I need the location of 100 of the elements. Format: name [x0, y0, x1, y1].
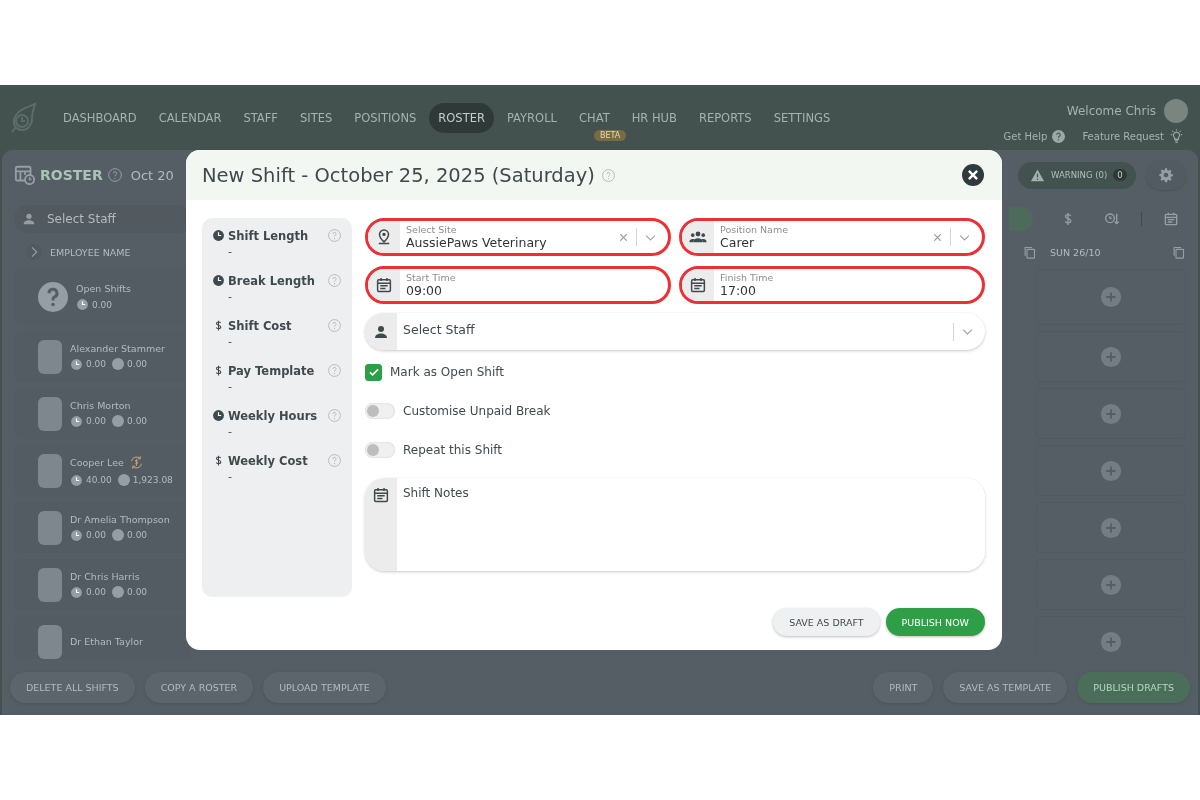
summary-label: Break Length: [228, 273, 316, 288]
save-draft-button[interactable]: SAVE AS DRAFT: [773, 608, 880, 636]
clock-icon: [212, 229, 225, 242]
nav-tab[interactable]: ROSTER: [429, 102, 494, 133]
toggle-switch[interactable]: [365, 442, 395, 458]
footer-button[interactable]: UPLOAD TEMPLATE: [263, 671, 386, 703]
summary-value: -: [227, 290, 233, 303]
open-shift-icon: [38, 282, 68, 312]
cost-value: 0.00: [127, 530, 148, 540]
shift-cell[interactable]: [1036, 331, 1186, 382]
welcome-text: Welcome Chris: [1066, 104, 1156, 118]
shift-cell[interactable]: [1036, 388, 1186, 439]
employee-name: Cooper Lee: [70, 456, 124, 468]
add-icon[interactable]: [1100, 573, 1122, 596]
add-icon[interactable]: [1100, 402, 1122, 425]
add-icon[interactable]: [1100, 459, 1122, 482]
nav-tab[interactable]: SETTINGS: [764, 102, 840, 133]
help-icon[interactable]: [327, 318, 342, 333]
employee-name: Dr Ethan Taylor: [70, 636, 143, 647]
photo-placeholder: [38, 453, 62, 488]
notes-field[interactable]: Shift Notes: [365, 478, 985, 571]
copy-icon[interactable]: [1171, 244, 1186, 260]
staff-select-field[interactable]: Select Staff: [365, 313, 985, 350]
page-title: ROSTER: [40, 167, 103, 183]
nav-tab[interactable]: DASHBOARD: [54, 102, 146, 133]
time-field[interactable]: Start Time 09:00: [365, 266, 671, 304]
lightbulb-icon[interactable]: [1169, 129, 1184, 144]
add-icon[interactable]: [1100, 286, 1122, 308]
summary-value: -: [227, 380, 233, 393]
hours-value: 40.00: [86, 475, 112, 485]
employee-name: Dr Amelia Thompson: [70, 513, 170, 525]
footer-button[interactable]: COPY A ROSTER: [144, 671, 254, 703]
warning-count: 0: [1113, 169, 1127, 181]
hours-value: 0.00: [86, 359, 107, 369]
footer-button[interactable]: SAVE AS TEMPLATE: [943, 671, 1068, 703]
clock-icon: [70, 528, 83, 542]
shift-cell[interactable]: [1036, 502, 1186, 553]
chevron-right-icon[interactable]: [26, 244, 42, 260]
help-icon[interactable]: [327, 273, 342, 288]
warning-button[interactable]: WARNING (0) 0: [1018, 161, 1136, 189]
cost-value: 0.00: [127, 587, 148, 597]
employee-name: Chris Morton: [70, 399, 131, 411]
nav-tab[interactable]: CALENDAR: [149, 102, 231, 133]
summary-label: Pay Template: [228, 363, 316, 378]
close-icon[interactable]: [962, 164, 984, 186]
clock-icon: [76, 298, 89, 311]
clock-icon: [212, 409, 225, 422]
nav-tab[interactable]: REPORTS: [689, 102, 761, 133]
help-icon[interactable]: [327, 228, 342, 243]
shift-cell[interactable]: [1036, 616, 1186, 659]
toggle-switch[interactable]: [365, 403, 395, 419]
hours-value: 0.00: [86, 530, 107, 540]
select-field[interactable]: Position Name Carer: [679, 218, 985, 256]
calendar-icon: [1163, 211, 1179, 227]
help-icon[interactable]: [600, 167, 616, 183]
dialog-title: New Shift - October 25, 2025 (Saturday): [202, 163, 595, 187]
clock-icon: [70, 585, 83, 599]
clock-icon: [70, 357, 83, 371]
shift-cell[interactable]: [1036, 445, 1186, 496]
select-field[interactable]: Select Site AussiePaws Veterinary: [365, 218, 671, 256]
footer-button[interactable]: DELETE ALL SHIFTS: [10, 671, 135, 703]
help-icon[interactable]: [327, 408, 342, 423]
roster-icon: [14, 164, 36, 186]
clock-icon: [70, 414, 83, 428]
photo-placeholder: [38, 510, 62, 545]
settings-button[interactable]: [1146, 160, 1186, 190]
add-icon[interactable]: [1100, 345, 1122, 368]
shift-cell[interactable]: [1036, 559, 1186, 610]
summary-value: -: [227, 335, 233, 348]
help-icon[interactable]: [106, 167, 123, 183]
summary-label: Shift Cost: [228, 318, 293, 333]
footer-button[interactable]: PUBLISH DRAFTS: [1077, 671, 1190, 703]
help-link[interactable]: Get Help: [1003, 131, 1048, 142]
summary-value: -: [227, 425, 233, 438]
person-icon: [21, 211, 37, 227]
add-icon[interactable]: [1100, 630, 1122, 653]
time-field[interactable]: Finish Time 17:00: [679, 266, 985, 304]
warning-label: WARNING (0): [1051, 170, 1108, 180]
add-icon[interactable]: [1100, 516, 1122, 539]
help-icon[interactable]: [327, 363, 342, 378]
summary-value: -: [227, 245, 233, 258]
feature-request-link[interactable]: Feature Request: [1082, 131, 1164, 142]
checkbox[interactable]: [365, 363, 382, 381]
checkbox-label: Mark as Open Shift: [390, 365, 504, 379]
notes-icon: [372, 486, 390, 504]
publish-button[interactable]: PUBLISH NOW: [885, 608, 985, 636]
nav-tab[interactable]: POSITIONS: [345, 102, 426, 133]
help-icon[interactable]: [1052, 130, 1066, 143]
shift-cell[interactable]: [1036, 269, 1186, 325]
help-icon[interactable]: [327, 453, 342, 468]
copy-icon[interactable]: [1022, 244, 1037, 260]
summary-value: -: [227, 470, 233, 483]
footer-button[interactable]: PRINT: [873, 671, 934, 703]
nav-tab[interactable]: SITES: [290, 102, 342, 133]
calendar-icon: [375, 276, 393, 294]
nav-tab[interactable]: STAFF: [234, 102, 287, 133]
date-range: Oct 20: [130, 167, 174, 183]
nav-tab[interactable]: PAYROLL: [497, 102, 566, 133]
summary-label: Shift Length: [228, 228, 310, 243]
avatar[interactable]: [1164, 99, 1188, 123]
